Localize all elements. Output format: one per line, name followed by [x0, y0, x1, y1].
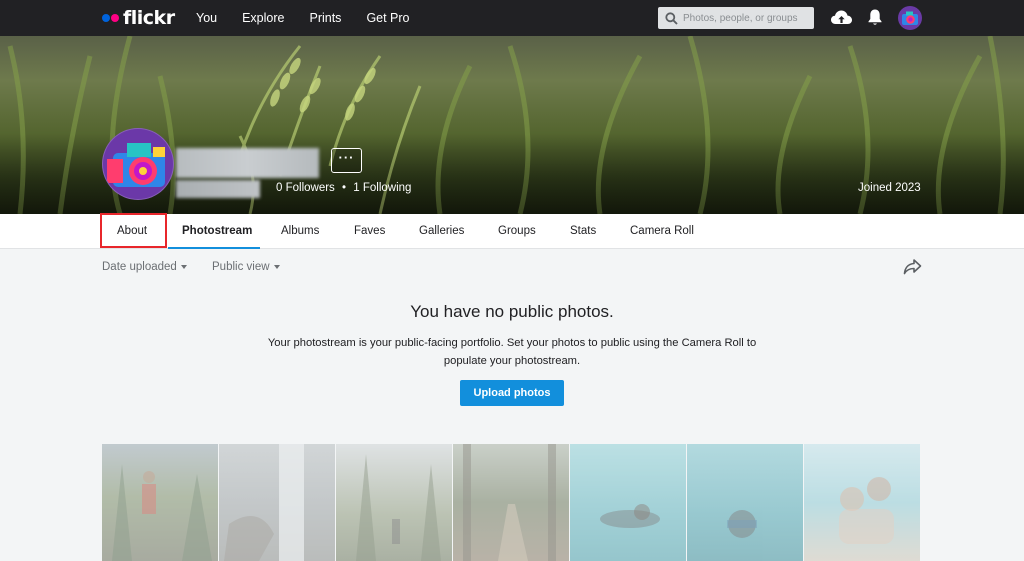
tab-faves[interactable]: Faves [354, 214, 385, 249]
nav-link-explore[interactable]: Explore [242, 11, 284, 25]
nav-links: You Explore Prints Get Pro [196, 0, 435, 36]
more-options-button[interactable]: ··· [331, 148, 362, 173]
tab-groups[interactable]: Groups [498, 214, 536, 249]
logo-text: flickr [123, 7, 175, 29]
empty-state-title: You have no public photos. [410, 302, 614, 321]
follow-stats: 0 Followers • 1 Following [276, 182, 411, 194]
camera-avatar-icon [107, 143, 165, 187]
sort-dropdown[interactable]: Date uploaded [102, 261, 187, 273]
chevron-down-icon [180, 264, 187, 269]
sample-photo-hiker [102, 444, 218, 561]
empty-state-description: Your photostream is your public-facing p… [267, 337, 757, 367]
sample-photo-forest-walk [336, 444, 452, 561]
search-box[interactable] [658, 7, 814, 29]
nav-link-you[interactable]: You [196, 11, 217, 25]
upload-cloud-icon[interactable] [830, 8, 853, 28]
search-icon [665, 11, 678, 25]
sample-photos-strip [102, 444, 922, 561]
chevron-down-icon [273, 264, 280, 269]
flickr-logo[interactable]: flickr [102, 7, 175, 29]
nav-link-get-pro[interactable]: Get Pro [366, 11, 409, 25]
logo-pink-dot [111, 14, 119, 22]
joined-date: Joined 2023 [858, 182, 921, 194]
followers-count[interactable]: 0 Followers [276, 182, 335, 194]
view-dropdown-label: Public view [212, 261, 270, 273]
about-tab-highlight [100, 213, 167, 248]
sample-photo-snorkeler [687, 444, 803, 561]
upload-photos-button[interactable]: Upload photos [460, 380, 564, 406]
tab-galleries[interactable]: Galleries [419, 214, 464, 249]
more-options-label: ··· [338, 150, 355, 165]
nav-link-prints[interactable]: Prints [309, 11, 341, 25]
sample-photo-couple-beach [804, 444, 920, 561]
user-avatar-icon[interactable] [898, 6, 922, 30]
follow-separator: • [342, 182, 347, 194]
tab-stats[interactable]: Stats [570, 214, 596, 249]
top-nav: flickr You Explore Prints Get Pro [0, 0, 1024, 36]
sample-photo-swimmer [570, 444, 686, 561]
tab-camera-roll[interactable]: Camera Roll [630, 214, 694, 249]
realname-blurred [176, 180, 260, 198]
tab-photostream[interactable]: Photostream [168, 214, 260, 249]
logo-blue-dot [102, 14, 110, 22]
share-icon[interactable] [903, 258, 922, 275]
profile-avatar[interactable] [102, 128, 174, 200]
username-blurred [176, 148, 319, 178]
view-dropdown[interactable]: Public view [212, 261, 280, 273]
sample-photo-waterfall [219, 444, 335, 561]
tab-albums[interactable]: Albums [281, 214, 319, 249]
bell-icon[interactable] [867, 8, 883, 27]
sort-dropdown-label: Date uploaded [102, 261, 177, 273]
search-input[interactable] [683, 12, 808, 24]
sample-photo-trail [453, 444, 569, 561]
following-count[interactable]: 1 Following [353, 182, 411, 194]
